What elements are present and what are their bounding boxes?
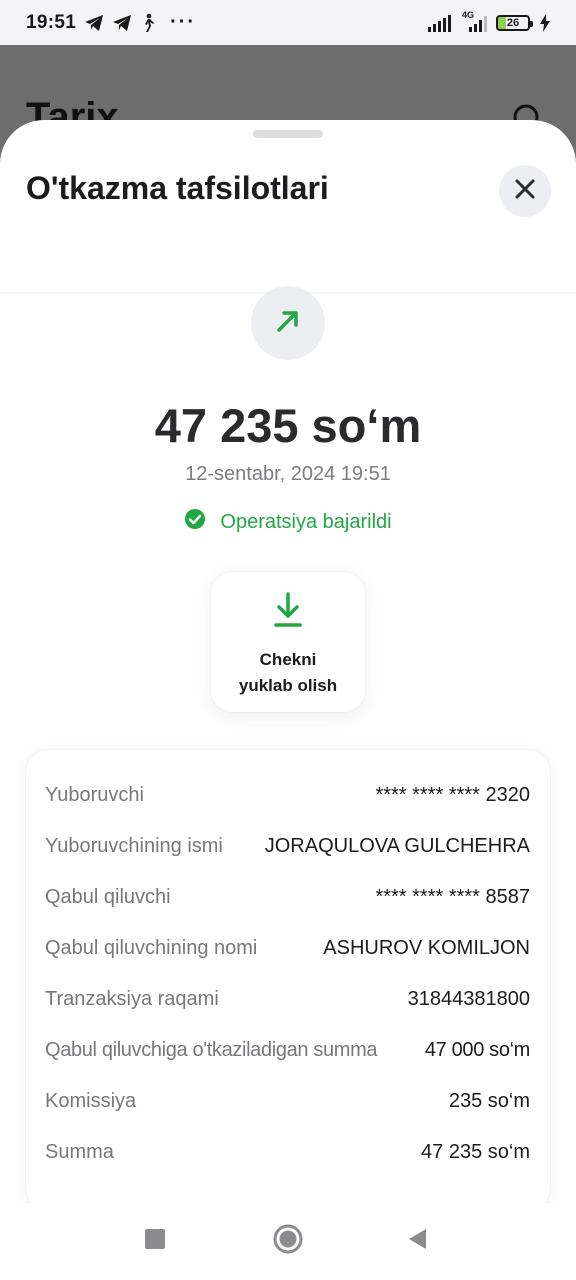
check-circle-icon [184,508,206,536]
navigation-bar [0,1203,576,1280]
download-receipt-label: Chekni yuklab olish [223,647,353,699]
detail-row-transfer-sum: Qabul qiluvchiga o'tkaziladigan summa 47… [45,1025,530,1076]
telegram-icon [112,14,132,32]
detail-value: **** **** **** 8587 [375,886,530,908]
detail-label: Komissiya [45,1090,137,1112]
close-button[interactable] [499,165,551,217]
recents-square-icon [145,1228,165,1254]
telegram-icon [84,14,104,32]
detail-row-transaction-id: Tranzaksiya raqami 31844381800 [45,974,530,1025]
detail-row-total: Summa 47 235 so‘m [45,1127,530,1178]
transfer-direction [251,286,325,360]
detail-row-sender-card: Yuboruvchi **** **** **** 2320 [45,770,530,821]
transfer-amount: 47 235 so‘m [154,399,422,452]
home-button[interactable] [271,1224,305,1258]
sheet-title: O'tkazma tafsilotlari [26,170,329,206]
detail-row-sender-name: Yuboruvchining ismi JORAQULOVA GULCHEHRA [45,821,530,872]
detail-value: JORAQULOVA GULCHEHRA [264,835,530,857]
network-type: 4G [462,9,475,20]
detail-row-recipient-card: Qabul qiluvchi **** **** **** 8587 [45,872,530,923]
walking-icon [140,13,156,33]
download-icon [273,592,303,633]
status-badge: Operatsiya bajarildi [0,508,576,536]
status-time: 19:51 [26,11,77,33]
detail-row-commission: Komissiya 235 so‘m [45,1076,530,1127]
status-bar: 19:51 ··· 4G 26 [0,0,576,45]
signal-4g-icon: 4G [460,9,490,32]
status-bar-left: 19:51 ··· [26,11,196,34]
download-receipt-label-line2: yuklab olish [238,676,338,695]
charging-icon [540,13,550,32]
more-notifications: ··· [170,11,197,33]
detail-value: 47 000 so‘m [424,1039,530,1061]
signal-icon [428,14,454,32]
download-receipt-label-line1: Chekni [259,650,317,669]
detail-label: Qabul qiluvchi [45,886,171,908]
status-bar-right: 4G 26 [428,9,550,32]
arrow-up-right-icon [275,308,301,339]
transfer-details-sheet: O'tkazma tafsilotlari 47 235 so‘m 12-sen… [0,120,576,1280]
detail-label: Yuboruvchi [45,784,144,806]
home-circle-icon [273,1224,303,1259]
detail-label: Yuboruvchining ismi [45,835,223,857]
detail-value: 31844381800 [407,988,530,1010]
battery-level: 26 [506,16,520,29]
back-triangle-icon [407,1228,427,1255]
battery-icon: 26 [496,14,533,31]
details-card: Yuboruvchi **** **** **** 2320 Yuboruvch… [26,750,550,1210]
status-text: Operatsiya bajarildi [220,510,392,533]
detail-row-recipient-name: Qabul qiluvchining nomi ASHUROV KOMILJON [45,923,530,974]
detail-value: **** **** **** 2320 [375,784,530,806]
detail-value: ASHUROV KOMILJON [323,937,530,959]
detail-label: Qabul qiluvchining nomi [45,937,258,959]
recents-button[interactable] [140,1226,170,1256]
detail-label: Qabul qiluvchiga o'tkaziladigan summa [45,1039,378,1061]
sheet-drag-handle[interactable] [253,130,323,138]
detail-label: Summa [45,1141,114,1163]
close-icon [515,179,535,204]
detail-label: Tranzaksiya raqami [45,988,219,1010]
download-receipt-button[interactable]: Chekni yuklab olish [211,572,365,712]
detail-value: 235 so‘m [448,1090,530,1112]
transfer-datetime: 12-sentabr, 2024 19:51 [185,463,391,485]
back-button[interactable] [402,1226,432,1256]
detail-value: 47 235 so‘m [421,1141,530,1163]
